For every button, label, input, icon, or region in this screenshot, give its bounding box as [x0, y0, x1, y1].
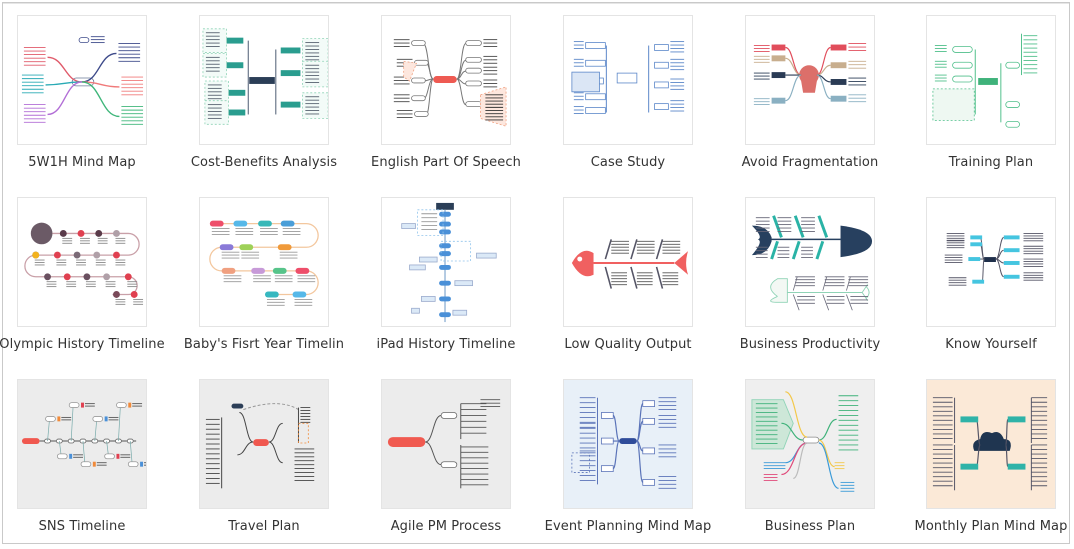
- template-title[interactable]: Business Productivity: [715, 337, 905, 352]
- template-thumbnail[interactable]: [17, 15, 147, 145]
- template-thumbnail[interactable]: [745, 15, 875, 145]
- template-title[interactable]: Event Planning Mind Map: [533, 519, 723, 534]
- template-title[interactable]: Know Yourself: [896, 337, 1074, 352]
- template-card-case-study[interactable]: Case Study: [563, 15, 733, 185]
- template-thumbnail[interactable]: [381, 197, 511, 327]
- template-card-sns-timeline[interactable]: SNS Timeline: [17, 379, 187, 549]
- template-thumbnail[interactable]: [381, 379, 511, 509]
- template-title[interactable]: iPad History Timeline: [351, 337, 541, 352]
- template-thumbnail[interactable]: [17, 197, 147, 327]
- diagram-preview-icon: [21, 36, 144, 125]
- template-card-agile-pm-process[interactable]: Agile PM Process: [381, 379, 551, 549]
- template-grid: 5W1H Mind Map Cost-Benefits Analysis Engli…: [0, 3, 1069, 543]
- diagram-preview-icon: [571, 397, 677, 489]
- template-thumbnail[interactable]: [199, 15, 329, 145]
- diagram-preview-icon: [571, 41, 685, 114]
- template-card-baby-s-fisrt-year-timelin[interactable]: Baby's Fisrt Year Timelin: [184, 197, 369, 367]
- template-title[interactable]: Case Study: [533, 155, 723, 170]
- template-thumbnail[interactable]: [926, 15, 1056, 145]
- template-thumbnail[interactable]: [563, 15, 693, 145]
- template-title[interactable]: Training Plan: [896, 155, 1074, 170]
- template-card-ipad-history-timeline[interactable]: iPad History Timeline: [377, 197, 551, 367]
- template-thumbnail[interactable]: [381, 15, 511, 145]
- diagram-preview-icon: [932, 397, 1048, 491]
- template-title[interactable]: SNS Timeline: [0, 519, 177, 534]
- template-card-business-productivity[interactable]: Business Productivity: [740, 197, 915, 367]
- diagram-preview-icon: [21, 402, 146, 468]
- diagram-preview-icon: [753, 43, 867, 106]
- template-card-5w1h-mind-map[interactable]: 5W1H Mind Map: [17, 15, 187, 185]
- template-thumbnail[interactable]: [563, 379, 693, 509]
- template-title[interactable]: 5W1H Mind Map: [0, 155, 177, 170]
- template-thumbnail[interactable]: [926, 379, 1056, 509]
- diagram-preview-icon: [571, 239, 689, 289]
- template-card-monthly-plan-mind-map[interactable]: Monthly Plan Mind Map: [915, 379, 1074, 549]
- template-title[interactable]: Avoid Fragmentation: [715, 155, 905, 170]
- template-card-english-part-of-speech[interactable]: English Part Of Speech: [371, 15, 551, 185]
- template-title[interactable]: English Part Of Speech: [351, 155, 541, 170]
- template-thumbnail[interactable]: [563, 197, 693, 327]
- diagram-preview-icon: [387, 399, 501, 489]
- template-title[interactable]: Baby's Fisrt Year Timelin: [169, 337, 359, 352]
- diagram-preview-icon: [751, 391, 859, 492]
- template-title[interactable]: Low Quality Output: [533, 337, 723, 352]
- template-card-know-yourself[interactable]: Know Yourself: [926, 197, 1074, 367]
- template-card-training-plan[interactable]: Training Plan: [926, 15, 1074, 185]
- template-title[interactable]: Cost-Benefits Analysis: [169, 155, 359, 170]
- template-title[interactable]: Travel Plan: [169, 519, 359, 534]
- diagram-preview-icon: [24, 222, 144, 305]
- template-title[interactable]: Olympic History Timeline: [0, 337, 177, 352]
- diagram-preview-icon: [932, 33, 1038, 128]
- template-gallery: 5W1H Mind Map Cost-Benefits Analysis Engli…: [0, 2, 1070, 544]
- diagram-preview-icon: [944, 233, 1044, 286]
- diagram-preview-icon: [205, 403, 315, 489]
- template-card-travel-plan[interactable]: Travel Plan: [199, 379, 369, 549]
- template-title[interactable]: Monthly Plan Mind Map: [896, 519, 1074, 534]
- template-card-low-quality-output[interactable]: Low Quality Output: [563, 197, 733, 367]
- template-title[interactable]: Business Plan: [715, 519, 905, 534]
- diagram-preview-icon: [202, 28, 328, 125]
- diagram-preview-icon: [209, 220, 319, 306]
- template-card-avoid-fragmentation[interactable]: Avoid Fragmentation: [742, 15, 915, 185]
- template-thumbnail[interactable]: [199, 197, 329, 327]
- template-thumbnail[interactable]: [745, 197, 875, 327]
- template-thumbnail[interactable]: [745, 379, 875, 509]
- diagram-preview-icon: [401, 202, 497, 323]
- template-card-business-plan[interactable]: Business Plan: [745, 379, 915, 549]
- template-title[interactable]: Agile PM Process: [351, 519, 541, 534]
- template-card-event-planning-mind-map[interactable]: Event Planning Mind Map: [545, 379, 733, 549]
- template-card-olympic-history-timeline[interactable]: Olympic History Timeline: [0, 197, 187, 367]
- diagram-preview-icon: [393, 39, 507, 127]
- template-card-cost-benefits-analysis[interactable]: Cost-Benefits Analysis: [191, 15, 369, 185]
- template-thumbnail[interactable]: [17, 379, 147, 509]
- diagram-preview-icon: [751, 215, 873, 311]
- template-thumbnail[interactable]: [926, 197, 1056, 327]
- template-thumbnail[interactable]: [199, 379, 329, 509]
